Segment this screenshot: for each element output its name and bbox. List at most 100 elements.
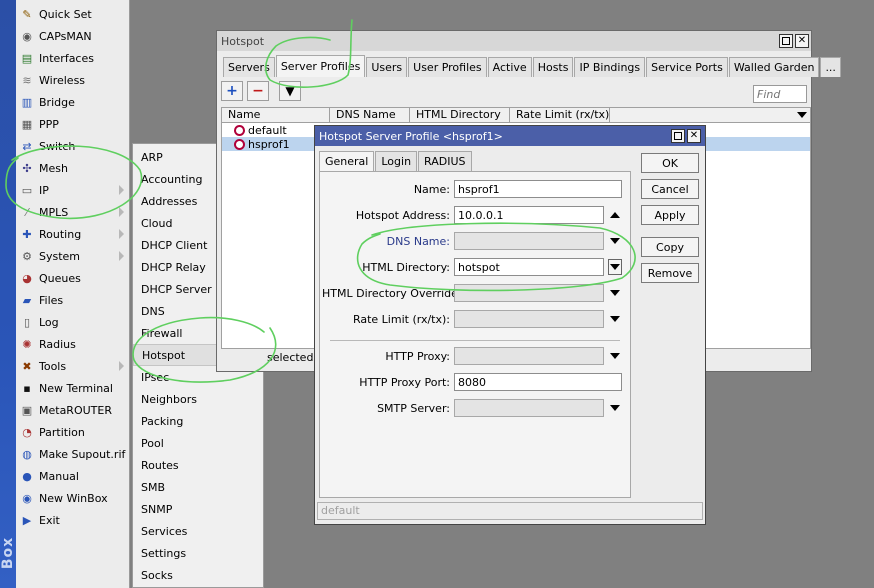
menu-item-interfaces[interactable]: ▤ Interfaces bbox=[16, 47, 130, 69]
system-icon: ⚙ bbox=[22, 249, 32, 263]
submenu-item-settings[interactable]: Settings bbox=[133, 542, 263, 564]
menu-item-ppp[interactable]: ▦ PPP bbox=[16, 113, 130, 135]
switch-icon: ⇄ bbox=[22, 139, 32, 153]
hotspot-window-titlebar[interactable]: Hotspot bbox=[217, 31, 811, 51]
submenu-item-neighbors[interactable]: Neighbors bbox=[133, 388, 263, 410]
menu-item-routing[interactable]: ✚ Routing bbox=[16, 223, 130, 245]
menu-item-tools[interactable]: ✖ Tools bbox=[16, 355, 130, 377]
html-directory-override-dropdown-icon[interactable] bbox=[610, 290, 620, 296]
capsman-icon: ◉ bbox=[22, 29, 32, 43]
submenu-item-pool[interactable]: Pool bbox=[133, 432, 263, 454]
menu-item-bridge[interactable]: ▥ Bridge bbox=[16, 91, 130, 113]
name-field[interactable] bbox=[454, 180, 622, 198]
log-icon: ▯ bbox=[23, 315, 31, 329]
submenu-item-services[interactable]: Services bbox=[133, 520, 263, 542]
dns-name-dropdown-icon[interactable] bbox=[610, 238, 620, 244]
rate-limit-dropdown-icon[interactable] bbox=[610, 316, 620, 322]
menu-item-queues[interactable]: ◕ Queues bbox=[16, 267, 130, 289]
filter-icon: ▼ bbox=[285, 84, 295, 98]
tab-user-profiles[interactable]: User Profiles bbox=[408, 57, 487, 77]
tab-ip-bindings[interactable]: IP Bindings bbox=[574, 57, 646, 77]
menu-item-quick-set[interactable]: ✎ Quick Set bbox=[16, 3, 130, 25]
menu-item-label: CAPsMAN bbox=[39, 29, 92, 43]
menu-item-new-winbox[interactable]: ◉ New WinBox bbox=[16, 487, 130, 509]
html-directory-dropdown-button[interactable] bbox=[608, 259, 622, 275]
tab-login[interactable]: Login bbox=[375, 151, 418, 171]
add-button[interactable]: + bbox=[221, 81, 243, 101]
menu-item-label: Exit bbox=[39, 513, 60, 527]
menu-item-make-supout-rif[interactable]: ◍ Make Supout.rif bbox=[16, 443, 130, 465]
tab-radius[interactable]: RADIUS bbox=[418, 151, 472, 171]
html-directory-label: HTML Directory: bbox=[362, 261, 450, 274]
menu-item-log[interactable]: ▯ Log bbox=[16, 311, 130, 333]
menu-item-wireless[interactable]: ≋ Wireless bbox=[16, 69, 130, 91]
rate-limit-field[interactable] bbox=[454, 310, 604, 328]
tab-hosts[interactable]: Hosts bbox=[532, 57, 574, 77]
col-dns-name[interactable]: DNS Name bbox=[330, 108, 410, 122]
tab-users[interactable]: Users bbox=[366, 57, 408, 77]
menu-item-capsman[interactable]: ◉ CAPsMAN bbox=[16, 25, 130, 47]
menu-item-system[interactable]: ⚙ System bbox=[16, 245, 130, 267]
terminal-icon: ▪ bbox=[23, 381, 31, 395]
http-proxy-port-field[interactable] bbox=[454, 373, 622, 391]
menu-item-label: IP bbox=[39, 183, 49, 197]
http-proxy-field[interactable] bbox=[454, 347, 604, 365]
routing-icon: ✚ bbox=[22, 227, 32, 241]
submenu-item-snmp[interactable]: SNMP bbox=[133, 498, 263, 520]
menu-item-label: MetaROUTER bbox=[39, 403, 112, 417]
submenu-item-socks[interactable]: Socks bbox=[133, 564, 263, 586]
menu-item-partition[interactable]: ◔ Partition bbox=[16, 421, 130, 443]
row-name: hsprof1 bbox=[248, 137, 290, 151]
menu-item-files[interactable]: ▰ Files bbox=[16, 289, 130, 311]
menu-item-ip[interactable]: ▭ IP bbox=[16, 179, 130, 201]
submenu-item-smb[interactable]: SMB bbox=[133, 476, 263, 498]
menu-item-new-terminal[interactable]: ▪ New Terminal bbox=[16, 377, 130, 399]
filter-button[interactable]: ▼ bbox=[279, 81, 301, 101]
menu-item-metarouter[interactable]: ▣ MetaROUTER bbox=[16, 399, 130, 421]
maximize-button[interactable] bbox=[779, 34, 793, 48]
tab-active[interactable]: Active bbox=[487, 57, 532, 77]
col-html-directory[interactable]: HTML Directory bbox=[410, 108, 510, 122]
menu-item-mpls[interactable]: ⁄ MPLS bbox=[16, 201, 130, 223]
mpls-icon: ⁄ bbox=[26, 205, 28, 219]
col-name[interactable]: Name bbox=[222, 108, 330, 122]
col-spacer bbox=[610, 108, 794, 122]
submenu-item-packing[interactable]: Packing bbox=[133, 410, 263, 432]
col-rate-limit[interactable]: Rate Limit (rx/tx) bbox=[510, 108, 610, 122]
apply-button[interactable]: Apply bbox=[641, 205, 699, 225]
menu-item-mesh[interactable]: ✣ Mesh bbox=[16, 157, 130, 179]
cancel-button[interactable]: Cancel bbox=[641, 179, 699, 199]
close-button[interactable]: ✕ bbox=[795, 34, 809, 48]
dns-name-field[interactable] bbox=[454, 232, 604, 250]
smtp-server-dropdown-icon[interactable] bbox=[610, 405, 620, 411]
dialog-close-button[interactable]: ✕ bbox=[687, 129, 701, 143]
menu-item-exit[interactable]: ▶ Exit bbox=[16, 509, 130, 531]
hotspot-address-field[interactable] bbox=[454, 206, 604, 224]
html-directory-override-field[interactable] bbox=[454, 284, 604, 302]
menu-item-switch[interactable]: ⇄ Switch bbox=[16, 135, 130, 157]
hotspot-address-collapse-icon[interactable] bbox=[610, 212, 620, 218]
tab-more[interactable]: ... bbox=[820, 57, 841, 77]
tab-servers[interactable]: Servers bbox=[223, 57, 275, 77]
profile-dialog-titlebar[interactable]: Hotspot Server Profile <hsprof1> bbox=[315, 126, 705, 146]
remove-toolbar-button[interactable]: − bbox=[247, 81, 269, 101]
remove-button[interactable]: Remove bbox=[641, 263, 699, 283]
http-proxy-dropdown-icon[interactable] bbox=[610, 353, 620, 359]
dialog-maximize-button[interactable] bbox=[671, 129, 685, 143]
find-input[interactable] bbox=[753, 85, 807, 103]
ok-button[interactable]: OK bbox=[641, 153, 699, 173]
columns-dropdown-icon[interactable] bbox=[794, 108, 810, 122]
chevron-right-icon bbox=[119, 361, 124, 371]
menu-item-label: Queues bbox=[39, 271, 81, 285]
tab-general[interactable]: General bbox=[319, 151, 375, 171]
copy-button[interactable]: Copy bbox=[641, 237, 699, 257]
tab-service-ports[interactable]: Service Ports bbox=[646, 57, 728, 77]
tab-walled-garden[interactable]: Walled Garden bbox=[728, 57, 820, 77]
menu-item-radius[interactable]: ✺ Radius bbox=[16, 333, 130, 355]
menu-item-manual[interactable]: ● Manual bbox=[16, 465, 130, 487]
submenu-item-routes[interactable]: Routes bbox=[133, 454, 263, 476]
tab-server-profiles[interactable]: Server Profiles bbox=[275, 55, 366, 77]
menu-item-label: Quick Set bbox=[39, 7, 92, 21]
html-directory-field[interactable] bbox=[454, 258, 604, 276]
smtp-server-field[interactable] bbox=[454, 399, 604, 417]
